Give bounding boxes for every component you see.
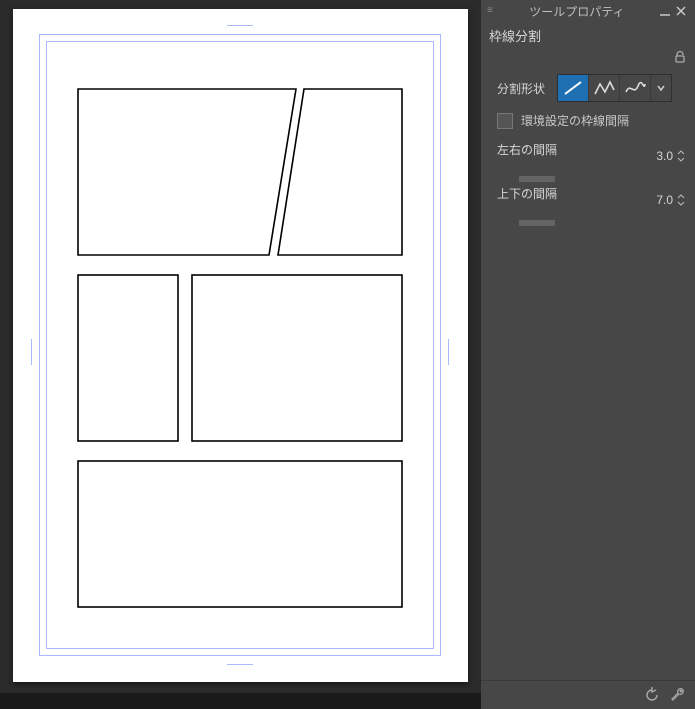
shape-straight-button[interactable]	[558, 75, 589, 101]
frame-panel[interactable]	[77, 460, 403, 608]
tool-property-panel: ≡ ツールプロパティ 枠線分割 分割形状	[481, 0, 695, 709]
panel-title: ツールプロパティ	[497, 3, 657, 20]
crop-mark	[227, 25, 253, 26]
frame-panel[interactable]	[77, 274, 179, 442]
minimize-button[interactable]	[657, 3, 673, 19]
subtool-name: 枠線分割	[489, 29, 541, 44]
frame-panel[interactable]	[277, 88, 403, 256]
close-button[interactable]	[673, 3, 689, 19]
frame-panels[interactable]	[77, 88, 403, 624]
horizontal-gap-label: 左右の間隔	[497, 143, 557, 157]
use-pref-gap-checkbox[interactable]	[497, 113, 513, 129]
crop-mark	[31, 339, 32, 365]
shape-polyline-button[interactable]	[589, 75, 620, 101]
vertical-gap-value[interactable]: 7.0	[656, 193, 685, 207]
panel-header[interactable]: ≡ ツールプロパティ	[481, 0, 695, 22]
horizontal-gap-row: 左右の間隔 3.0	[497, 141, 685, 171]
spinner-icon[interactable]	[677, 150, 685, 162]
divide-shape-group	[557, 74, 672, 102]
vertical-gap-slider[interactable]	[519, 220, 555, 226]
divide-shape-label: 分割形状	[497, 80, 557, 97]
spinner-icon[interactable]	[677, 194, 685, 206]
lock-icon[interactable]	[673, 50, 687, 64]
horizontal-gap-value[interactable]: 3.0	[656, 149, 685, 163]
crop-mark	[448, 339, 449, 365]
grip-icon[interactable]: ≡	[487, 6, 493, 16]
vertical-gap-row: 上下の間隔 7.0	[497, 185, 685, 215]
canvas-area[interactable]	[0, 0, 481, 693]
wrench-icon[interactable]	[669, 686, 687, 704]
use-pref-gap-label: 環境設定の枠線間隔	[521, 112, 629, 129]
divide-shape-row: 分割形状	[497, 74, 685, 102]
frame-panel[interactable]	[191, 274, 403, 442]
use-pref-gap-row: 環境設定の枠線間隔	[497, 112, 685, 129]
subtool-header: 枠線分割	[481, 22, 695, 68]
crop-mark	[227, 664, 253, 665]
paper	[13, 9, 468, 682]
reset-icon[interactable]	[643, 686, 661, 704]
shape-dropdown-button[interactable]	[651, 75, 671, 101]
frame-panel[interactable]	[77, 88, 297, 256]
horizontal-gap-slider[interactable]	[519, 176, 555, 182]
shape-spline-button[interactable]	[620, 75, 651, 101]
vertical-gap-label: 上下の間隔	[497, 187, 557, 201]
panel-footer	[481, 680, 695, 709]
